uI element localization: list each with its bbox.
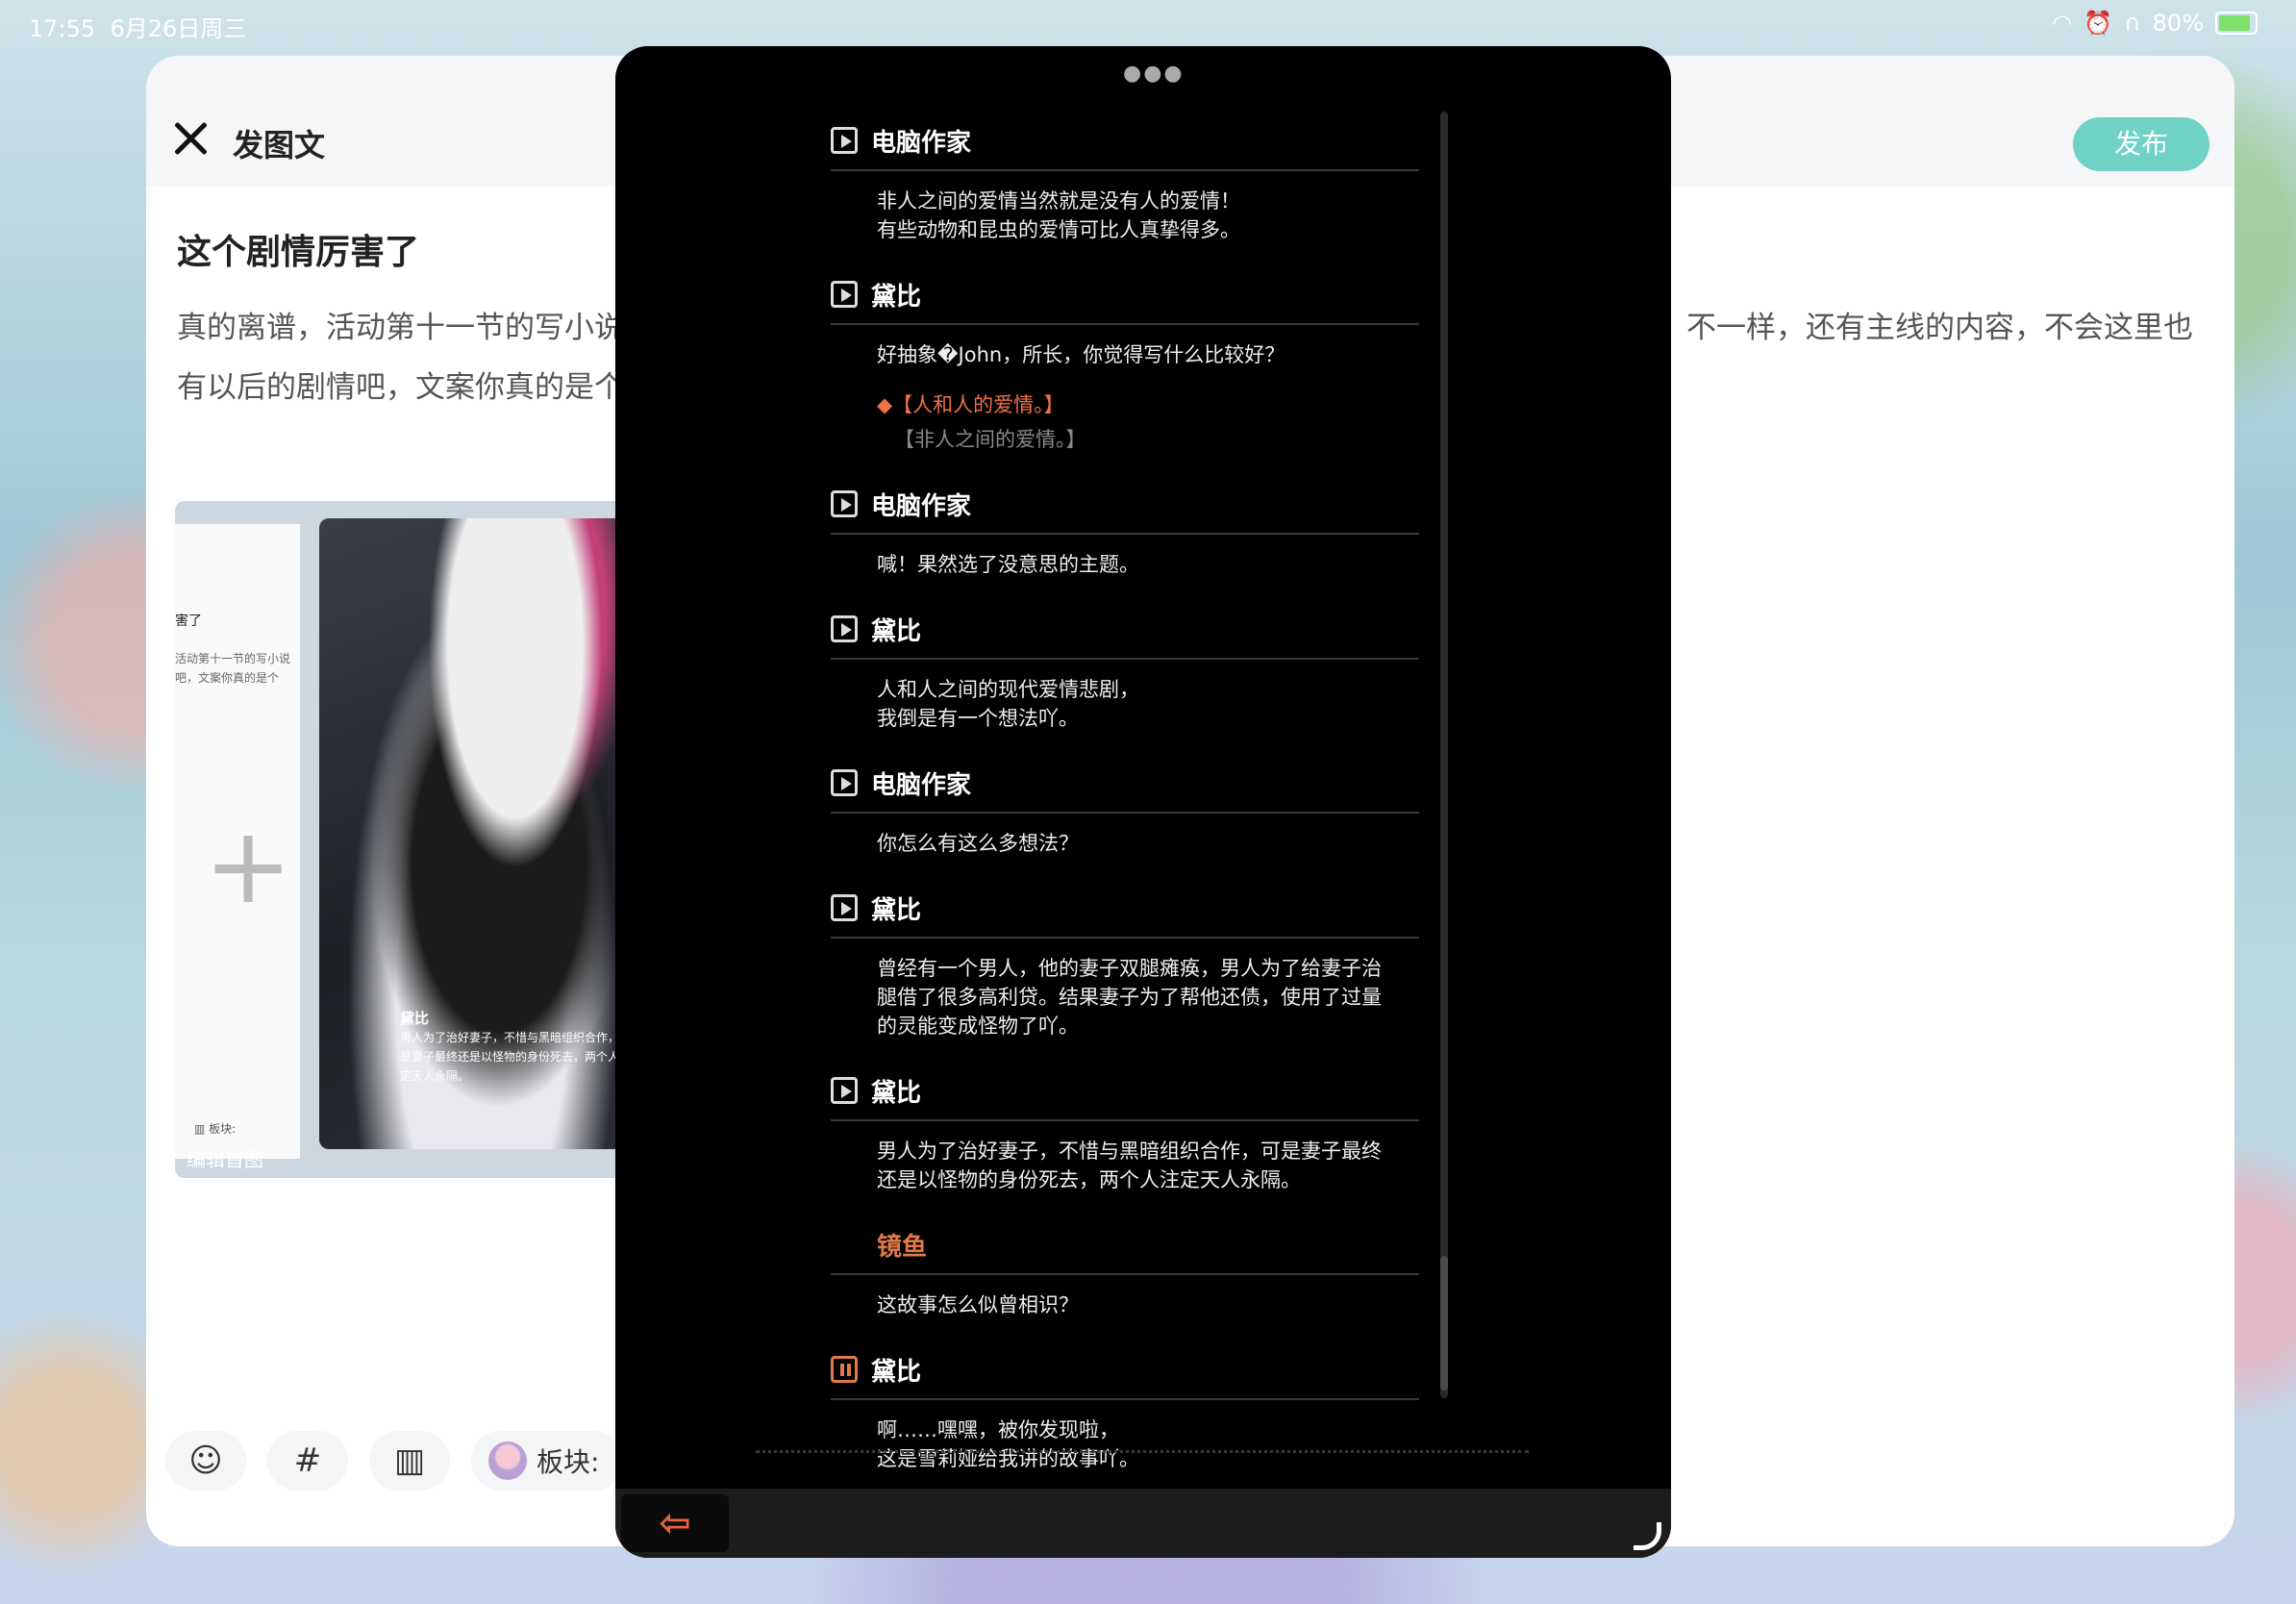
cover-artwork: 黛比 男人为了治好妻子，不惜与黑暗组织合作，可是妻子最终还是以怪物的身份死去，两…: [319, 518, 646, 1149]
window-grabber-icon[interactable]: ●●●: [1123, 62, 1185, 86]
dialog-text: 曾经有一个男人，他的妻子双腿瘫痪，男人为了给妻子治 腿借了很多高利贷。结果妻子为了…: [877, 957, 1382, 1038]
editor-title: 发图文: [233, 127, 326, 163]
chart-icon: ▥: [393, 1441, 426, 1480]
body-line-1-left: 真的离谱，活动第十一节的写小说: [177, 311, 624, 345]
scrollbar-thumb[interactable]: [1440, 1256, 1448, 1391]
dialog-text: 你怎么有这么多想法？: [877, 832, 1079, 855]
dialog-bottom-bar: ⇦: [615, 1489, 1671, 1558]
cover-thumbnail[interactable]: 害了 活动第十一节的写小说吧，文案你真的是个 + ▥ 板块: 黛比 男人为了治好…: [175, 501, 646, 1178]
speaker-name: 电脑作家: [871, 770, 972, 800]
art-caption-name: 黛比: [400, 1010, 430, 1027]
add-image-icon[interactable]: +: [204, 813, 292, 918]
dialog-entry: 黛比 好抽象�John，所长，你觉得写什么比较好？ ◆【人和人的爱情。】 【非人…: [831, 265, 1419, 454]
dialog-log-window: ●●● 电脑作家 非人之间的爱情当然就是没有人的爱情！ 有些动物和昆虫的爱情可比人…: [615, 46, 1671, 1558]
dialog-entry: 黛比 啊……嘿嘿，被你发现啦， 这是雪莉娅给我讲的故事吖。: [831, 1341, 1419, 1473]
dialog-entry: 黛比 男人为了治好妻子，不惜与黑暗组织合作，可是妻子最终 还是以怪物的身份死去，两…: [831, 1062, 1419, 1194]
wifi-icon: ◠: [2052, 10, 2073, 37]
dialog-text: 这故事怎么似曾相识？: [877, 1293, 1079, 1316]
status-time: 17:55 6月26日周三: [29, 15, 247, 42]
headphones-icon: ∩: [2124, 10, 2141, 37]
selected-choice: ◆【人和人的爱情。】: [877, 393, 1064, 416]
poll-button[interactable]: ▥: [369, 1431, 450, 1491]
play-voice-icon[interactable]: [831, 1077, 858, 1104]
dialog-entry: 电脑作家 非人之间的爱情当然就是没有人的爱情！ 有些动物和昆虫的爱情可比人真挚得多…: [831, 112, 1419, 244]
divider: [756, 1450, 1529, 1453]
body-line-1-right: 不一样，还有主线的内容，不会这里也: [1686, 311, 2193, 345]
publish-button[interactable]: 发布: [2073, 117, 2209, 171]
thumb-board-snippet: ▥ 板块:: [194, 1122, 237, 1136]
speaker-name: 黛比: [871, 895, 922, 925]
close-icon[interactable]: [173, 121, 208, 156]
speaker-name: 黛比: [871, 1078, 922, 1108]
alarm-icon: ⏰: [2084, 10, 2113, 37]
thumb-preview-page: 害了 活动第十一节的写小说吧，文案你真的是个 + ▥ 板块:: [175, 524, 300, 1159]
dialog-text: 好抽象�John，所长，你觉得写什么比较好？: [877, 343, 1285, 366]
play-voice-icon[interactable]: [831, 894, 858, 921]
art-caption: 黛比 男人为了治好妻子，不惜与黑暗组织合作，可是妻子最终还是以怪物的身份死去，两…: [400, 1009, 640, 1086]
play-voice-icon[interactable]: [831, 490, 858, 517]
dialog-entry: 镜鱼 这故事怎么似曾相识？: [831, 1216, 1419, 1319]
emoji-icon: ☺: [188, 1441, 223, 1480]
editor-toolbar: ☺ # ▥ 板块:: [165, 1431, 623, 1491]
unselected-choice: 【非人之间的爱情。】: [894, 428, 1086, 451]
body-line-2: 有以后的剧情吧，文案你真的是个: [177, 370, 624, 405]
hashtag-icon: #: [293, 1441, 322, 1480]
dialog-text: 非人之间的爱情当然就是没有人的爱情！ 有些动物和昆虫的爱情可比人真挚得多。: [877, 189, 1240, 241]
dialog-text: 啊……嘿嘿，被你发现啦， 这是雪莉娅给我讲的故事吖。: [877, 1418, 1139, 1470]
battery-percent: 80%: [2152, 10, 2204, 37]
dialog-entry: 黛比 人和人之间的现代爱情悲剧， 我倒是有一个想法吖。: [831, 600, 1419, 733]
dialog-entry: 黛比 曾经有一个男人，他的妻子双腿瘫痪，男人为了给妻子治 腿借了很多高利贷。结果妻…: [831, 879, 1419, 1040]
speaker-name: 黛比: [871, 616, 922, 646]
back-arrow-icon: ⇦: [659, 1501, 691, 1545]
scrollbar[interactable]: [1440, 112, 1448, 1398]
emoji-button[interactable]: ☺: [165, 1431, 246, 1491]
edit-cover-label[interactable]: 编辑首图: [187, 1144, 263, 1172]
battery-icon: [2215, 12, 2258, 35]
back-button[interactable]: ⇦: [621, 1494, 729, 1552]
speaker-name: 黛比: [871, 282, 922, 312]
board-label: 板块:: [537, 1446, 600, 1478]
speaker-name: 镜鱼: [877, 1232, 928, 1262]
dialog-entry: 电脑作家 喊！果然选了没意思的主题。: [831, 475, 1419, 579]
dialog-list: 电脑作家 非人之间的爱情当然就是没有人的爱情！ 有些动物和昆虫的爱情可比人真挚得多…: [831, 112, 1419, 1473]
play-voice-icon[interactable]: [831, 769, 858, 796]
thumb-title-snippet: 害了: [175, 614, 202, 629]
chart-icon: ▥: [194, 1122, 206, 1136]
dialog-text: 男人为了治好妻子，不惜与黑暗组织合作，可是妻子最终 还是以怪物的身份死去，两个人注…: [877, 1140, 1382, 1191]
pause-voice-icon[interactable]: [831, 1356, 858, 1383]
play-voice-icon[interactable]: [831, 615, 858, 642]
dialog-text: 喊！果然选了没意思的主题。: [877, 553, 1139, 576]
dialog-text: 人和人之间的现代爱情悲剧， 我倒是有一个想法吖。: [877, 678, 1139, 730]
board-selector[interactable]: 板块:: [471, 1431, 623, 1491]
hashtag-button[interactable]: #: [267, 1431, 348, 1491]
art-caption-text: 男人为了治好妻子，不惜与黑暗组织合作，可是妻子最终还是以怪物的身份死去，两个人注…: [400, 1031, 632, 1083]
speaker-name: 电脑作家: [871, 128, 972, 158]
post-title[interactable]: 这个剧情厉害了: [177, 224, 419, 274]
avatar: [488, 1441, 527, 1480]
status-bar: 17:55 6月26日周三 ◠ ⏰ ∩ 80%: [0, 0, 2296, 46]
speaker-name: 黛比: [871, 1357, 922, 1387]
speaker-name: 电脑作家: [871, 491, 972, 521]
play-voice-icon[interactable]: [831, 127, 858, 154]
dialog-entry: 电脑作家 你怎么有这么多想法？: [831, 754, 1419, 858]
play-voice-icon[interactable]: [831, 281, 858, 308]
status-icons: ◠ ⏰ ∩ 80%: [2052, 10, 2258, 37]
thumb-body-snippet: 活动第十一节的写小说吧，文案你真的是个: [175, 652, 291, 685]
